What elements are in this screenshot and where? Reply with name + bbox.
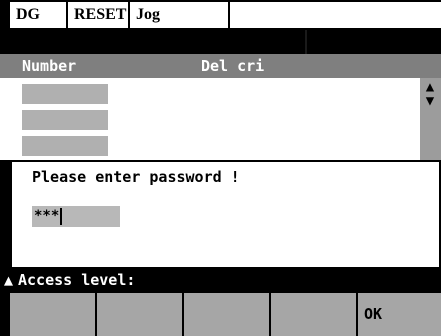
table-row[interactable] [22, 110, 108, 130]
scroll-down-icon[interactable]: ▼ [423, 94, 437, 108]
text-caret [60, 207, 63, 225]
mode-indicator: Jog [130, 2, 228, 28]
info-strip [0, 30, 441, 54]
access-level-bar: ▲ Access level: [0, 269, 441, 291]
table-body [0, 78, 441, 160]
table-row[interactable] [22, 136, 108, 156]
reset-state-indicator: RESET [68, 2, 128, 28]
softkey-2[interactable] [97, 293, 182, 336]
dialog-message: Please enter password ! [32, 168, 240, 186]
softkey-bar: OK [0, 291, 441, 336]
password-dialog: Please enter password ! *** [10, 160, 441, 269]
table-header: Number Del cri [0, 54, 441, 78]
softkey-1[interactable] [10, 293, 95, 336]
up-arrow-icon: ▲ [4, 271, 14, 289]
password-value: *** [34, 208, 60, 224]
access-level-label: Access level: [18, 271, 136, 289]
status-message [230, 2, 441, 28]
table-row[interactable] [22, 84, 108, 104]
scroll-arrows[interactable]: ▲ ▼ [423, 80, 437, 108]
status-bar: DG RESET Jog [0, 0, 441, 30]
channel-indicator: DG [10, 2, 66, 28]
ok-button[interactable]: OK [358, 293, 441, 336]
password-input[interactable]: *** [32, 206, 120, 227]
softkey-4[interactable] [271, 293, 356, 336]
scrollbar[interactable]: ▲ ▼ [420, 78, 441, 160]
scroll-up-icon[interactable]: ▲ [423, 80, 437, 94]
softkey-3[interactable] [184, 293, 269, 336]
strip-divider [305, 30, 307, 54]
column-header-number: Number [22, 57, 77, 75]
column-header-description: Del cri [201, 57, 265, 75]
